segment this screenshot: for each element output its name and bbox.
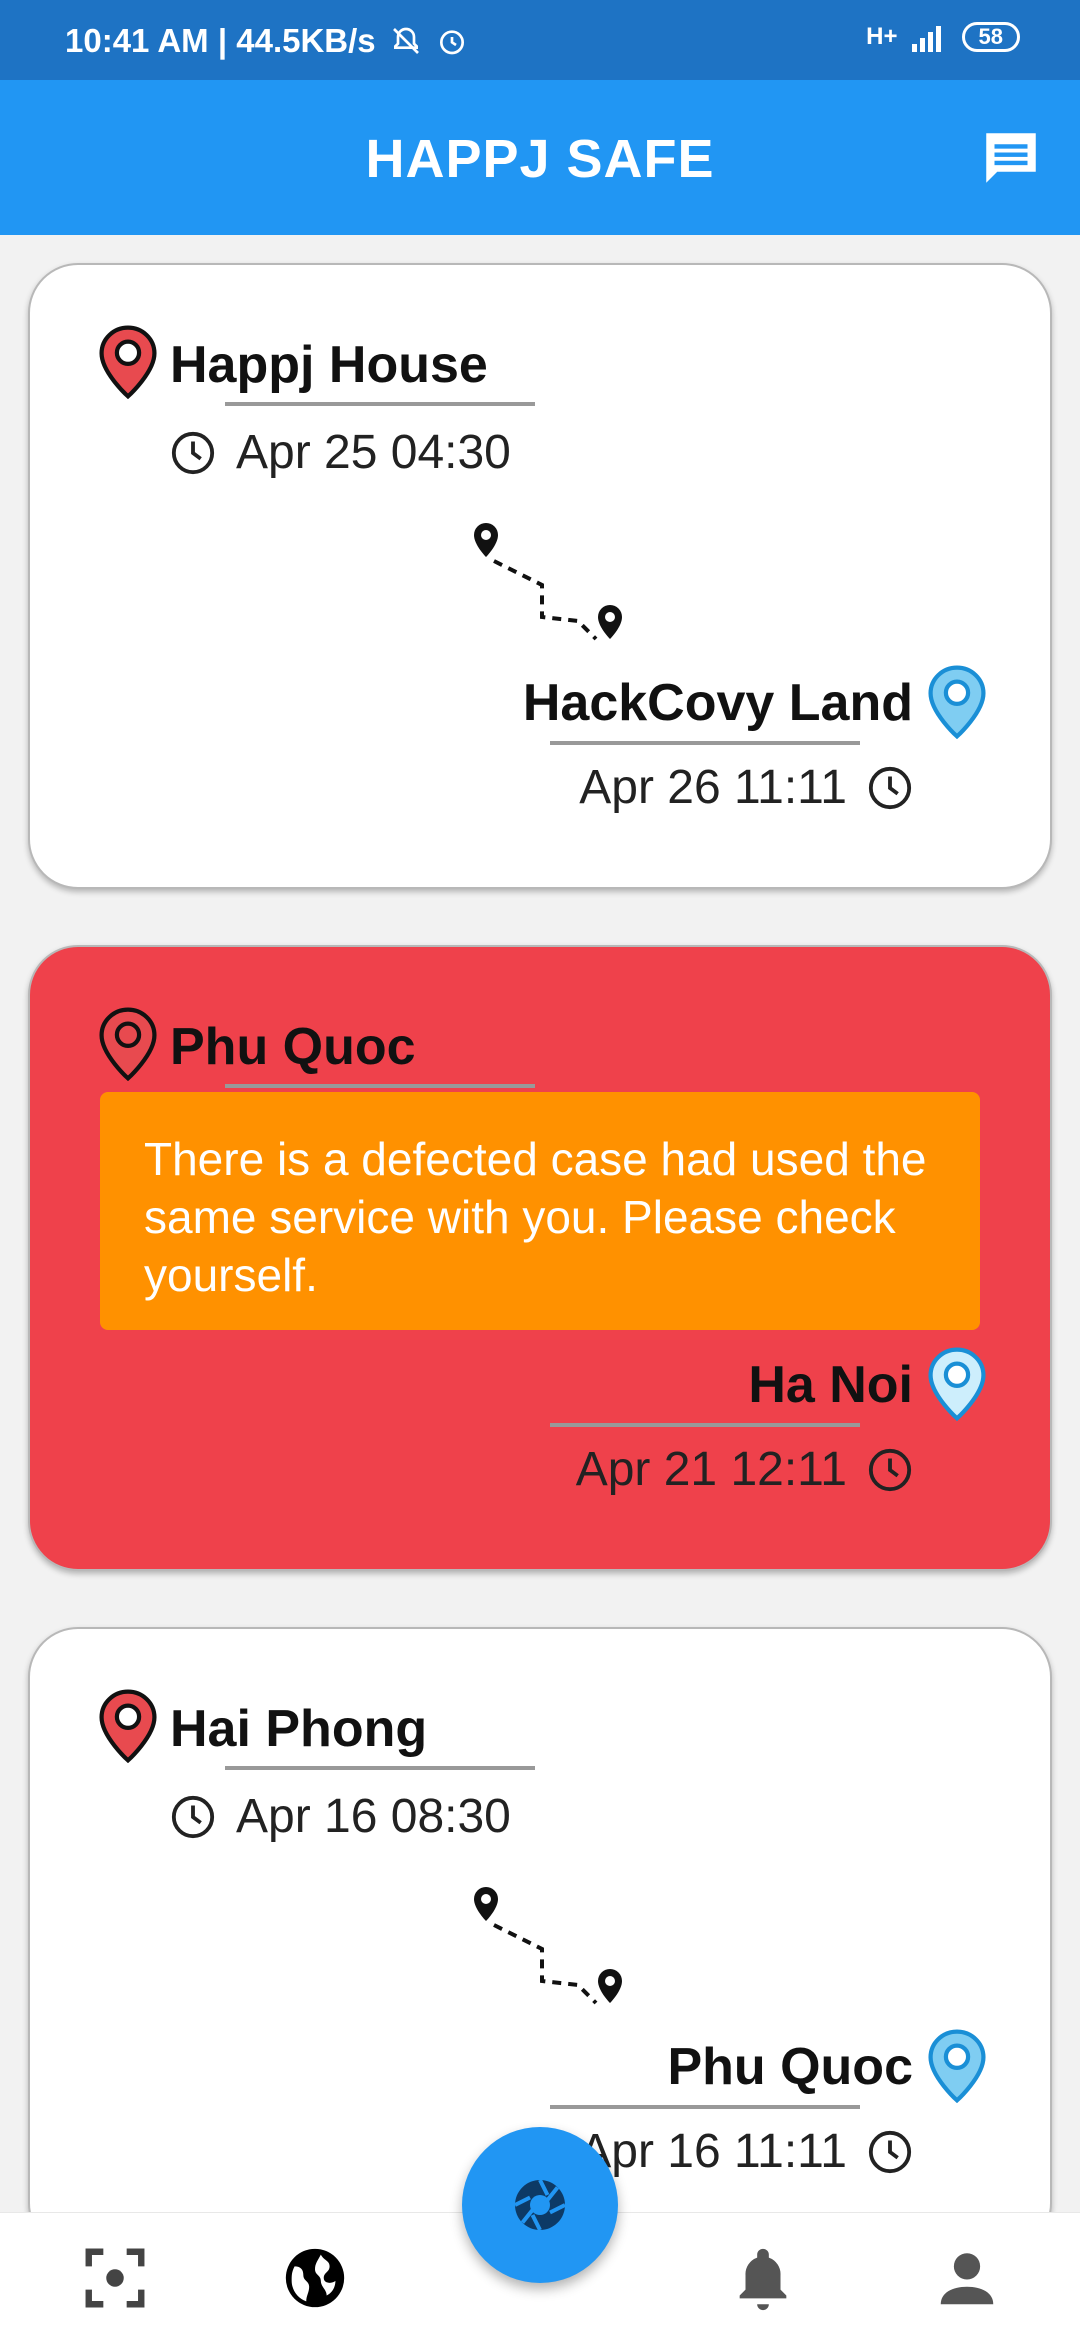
divider	[225, 1084, 535, 1088]
destination-time: Apr 21 12:11	[576, 1442, 913, 1497]
notifications-off-icon	[392, 27, 419, 54]
route-icon	[474, 1887, 622, 2005]
destination-pin-icon	[928, 2029, 986, 2103]
chat-icon[interactable]	[978, 125, 1044, 191]
origin-name: Hai Phong	[170, 1700, 428, 1758]
destination-time-text: Apr 16 11:11	[579, 2125, 847, 2178]
divider	[225, 402, 535, 406]
destination-time: Apr 16 11:11	[579, 2124, 913, 2179]
divider	[550, 741, 860, 745]
clock-icon	[171, 431, 215, 474]
scan-icon[interactable]	[80, 2243, 150, 2313]
bell-icon[interactable]	[728, 2243, 798, 2313]
globe-icon[interactable]	[280, 2243, 350, 2313]
destination-time: Apr 26 11:11	[579, 760, 913, 815]
origin-name: Phu Quoc	[170, 1018, 416, 1076]
origin-time: Apr 16 08:30	[170, 1789, 511, 1844]
origin-time: Apr 25 04:30	[170, 425, 511, 480]
clock-icon	[171, 1795, 215, 1838]
destination-time-text: Apr 21 12:11	[575, 1443, 847, 1496]
clock-icon	[868, 1448, 912, 1491]
destination-pin-icon	[928, 665, 986, 739]
destination-name: Ha Noi	[748, 1356, 913, 1414]
origin-pin-icon	[99, 1689, 157, 1763]
alarm-icon	[439, 30, 464, 55]
warning-message: There is a defected case had used the sa…	[100, 1092, 980, 1330]
clock-icon	[868, 766, 912, 809]
app-bar: HAPPJ SAFE	[0, 80, 1080, 235]
divider	[550, 2105, 860, 2109]
origin-time-text: Apr 16 08:30	[236, 1790, 511, 1843]
battery-indicator: 58	[961, 22, 1020, 52]
trip-card[interactable]: Happj House Apr 25 04:30 HackCovy Land A…	[28, 263, 1052, 889]
status-left: 10:41 AM | 44.5KB/s	[65, 22, 468, 60]
divider	[225, 1766, 535, 1770]
person-icon[interactable]	[932, 2243, 1002, 2313]
page-title: HAPPJ SAFE	[365, 129, 715, 189]
clock-icon	[868, 2130, 912, 2173]
signal-icon	[911, 26, 941, 52]
status-bar: 10:41 AM | 44.5KB/s H+ 58	[0, 0, 1080, 80]
trip-card-alert[interactable]: Phu Quoc There is a defected case had us…	[28, 945, 1052, 1571]
origin-pin-icon	[99, 1007, 157, 1081]
origin-pin-icon	[99, 325, 157, 399]
network-type: H+	[866, 23, 898, 50]
origin-name: Happj House	[170, 336, 488, 394]
status-time: 10:41 AM | 44.5KB/s	[65, 22, 376, 59]
camera-icon	[514, 2179, 566, 2231]
destination-time-text: Apr 26 11:11	[579, 761, 847, 814]
destination-name: Phu Quoc	[667, 2038, 913, 2096]
camera-button[interactable]	[462, 2127, 618, 2283]
destination-name: HackCovy Land	[522, 674, 913, 732]
origin-time-text: Apr 25 04:30	[236, 426, 511, 479]
route-icon	[474, 523, 622, 641]
destination-pin-icon	[928, 1347, 986, 1421]
status-right: H+ 58	[866, 22, 1020, 52]
divider	[550, 1423, 860, 1427]
